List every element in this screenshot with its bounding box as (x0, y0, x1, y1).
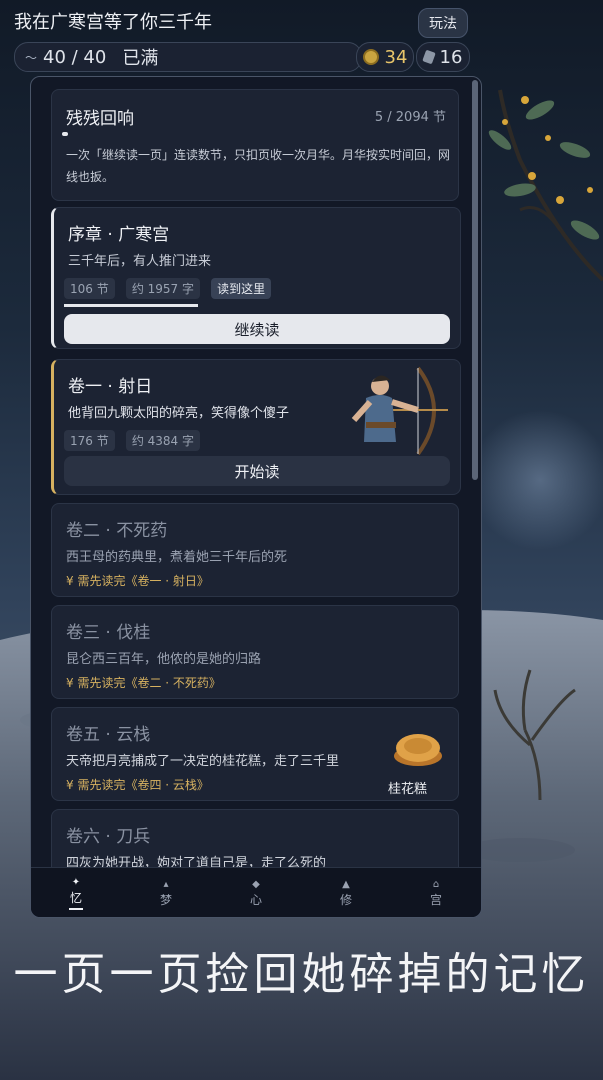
chapter-title: 卷五 · 云栈 (66, 725, 151, 745)
chapter-title: 卷三 · 伐桂 (66, 623, 151, 643)
nav-label: 心 (249, 892, 262, 907)
moonlight-icon: 〜 (25, 50, 38, 65)
gem-icon (421, 49, 436, 65)
unlock-requirement: ¥ 需先读完《卷二 · 不死药》 (66, 676, 221, 690)
word-count-tag: 约 4384 字 (125, 430, 200, 451)
nav-tab-cultivate[interactable]: ▲ 修 (301, 868, 391, 917)
nav-label: 宫 (429, 892, 442, 907)
summary-progress: 5 / 2094 节 (374, 110, 446, 125)
energy-status: 已满 (122, 48, 159, 69)
active-indicator (69, 907, 83, 910)
archer-illustration (351, 366, 448, 456)
scrollbar[interactable] (472, 80, 478, 480)
nav-label: 修 (339, 892, 352, 907)
nav-tab-palace[interactable]: ⌂ 宫 (391, 868, 481, 917)
chapter-card-volume1[interactable]: 卷一 · 射日 他背回九颗太阳的碎亮，笑得像个傻子 176 节 约 4384 字… (51, 359, 461, 495)
start-reading-button[interactable]: 开始读 (64, 456, 450, 486)
section-count-tag: 176 节 (64, 430, 115, 451)
nav-label: 忆 (69, 890, 82, 905)
unlock-requirement: ¥ 需先读完《卷四 · 云栈》 (66, 778, 209, 792)
summary-card: 残残回响 5 / 2094 节 一次「继续读一页」连读数节，只扣页收一次月华。月… (51, 89, 459, 201)
rules-button[interactable]: 玩法 (418, 8, 468, 38)
summary-desc: 一次「继续读一页」连读数节，只扣页收一次月华。月华按实时间回，网线也扳。 (66, 148, 451, 184)
chapter-title: 序章 · 广寒宫 (68, 225, 170, 245)
app-title: 我在广寒宫等了你三千年 (14, 12, 212, 33)
chapter-desc: 他背回九颗太阳的碎亮，笑得像个傻子 (68, 406, 290, 421)
word-count-tag: 约 1957 字 (125, 278, 200, 299)
bookmark-tag: 读到这里 (211, 278, 272, 299)
summary-title: 残残回响 (66, 109, 134, 129)
section-count-tag: 106 节 (64, 278, 115, 299)
nav-tab-dream[interactable]: ▴ 梦 (121, 868, 211, 917)
coin-icon (362, 49, 379, 65)
energy-meter: 〜 40 / 40 已满 (14, 42, 362, 72)
cultivate-icon: ▲ (342, 878, 350, 890)
gem-value: 16 (439, 46, 463, 68)
moon-glow (470, 410, 603, 550)
chapter-title: 卷二 · 不死药 (66, 521, 168, 541)
nav-tab-memory[interactable]: ✦ 忆 (31, 868, 121, 917)
summary-progress-bar (62, 132, 68, 136)
chapter-card-volume3[interactable]: 卷三 · 伐桂 昆仑西三百年，他侬的是她的归路 ¥ 需先读完《卷二 · 不死药》 (51, 605, 459, 699)
nav-label: 梦 (159, 892, 172, 907)
continue-reading-button[interactable]: 继续读 (64, 314, 450, 344)
promo-slogan: 一页一页捡回她碎掉的记忆 (13, 949, 590, 1000)
rabbit-icon: ✦ (71, 876, 81, 888)
chapter-progress-bar (64, 304, 198, 307)
unlock-requirement: ¥ 需先读完《卷一 · 射日》 (66, 574, 209, 588)
chapter-panel: 残残回响 5 / 2094 节 一次「继续读一页」连读数节，只扣页收一次月华。月… (30, 76, 482, 918)
nav-tab-heart[interactable]: ◆ 心 (211, 868, 301, 917)
chapter-card-prologue[interactable]: 序章 · 广寒宫 三千年后，有人推门进来 106 节 约 1957 字 读到这里… (51, 207, 461, 349)
dream-icon: ▴ (163, 878, 169, 890)
chapter-desc: 三千年后，有人推门进来 (68, 254, 212, 269)
chapter-title: 卷一 · 射日 (68, 377, 153, 397)
chapter-tags: 176 节 约 4384 字 (64, 430, 206, 451)
bottom-nav: ✦ 忆 ▴ 梦 ◆ 心 ▲ 修 ⌂ 宫 (31, 867, 481, 917)
chapter-desc: 天帝把月亮捕成了一决定的桂花糕，走了三千里 (66, 754, 340, 769)
heart-icon: ◆ (252, 878, 260, 890)
chapter-card-volume5[interactable]: 卷五 · 云栈 天帝把月亮捕成了一决定的桂花糕，走了三千里 ¥ 需先读完《卷四 … (51, 707, 459, 801)
mooncake-icon (394, 734, 442, 766)
energy-value: 40 / 40 (43, 46, 107, 68)
chapter-desc: 西王母的药典里，煮着她三千年后的死 (66, 550, 288, 565)
gem-counter[interactable]: 16 (416, 42, 470, 72)
coin-value: 34 (384, 46, 408, 68)
coin-counter[interactable]: 34 (356, 42, 414, 72)
chapter-desc: 昆仑西三百年，他侬的是她的归路 (66, 652, 262, 667)
chapter-tags: 106 节 约 1957 字 读到这里 (64, 278, 277, 299)
chapter-card-volume2[interactable]: 卷二 · 不死药 西王母的药典里，煮着她三千年后的死 ¥ 需先读完《卷一 · 射… (51, 503, 459, 597)
reward-item-label: 桂花糕 (388, 782, 428, 797)
osmanthus-branch (488, 89, 603, 282)
chapter-title: 卷六 · 刀兵 (66, 827, 151, 847)
palace-icon: ⌂ (432, 878, 440, 890)
